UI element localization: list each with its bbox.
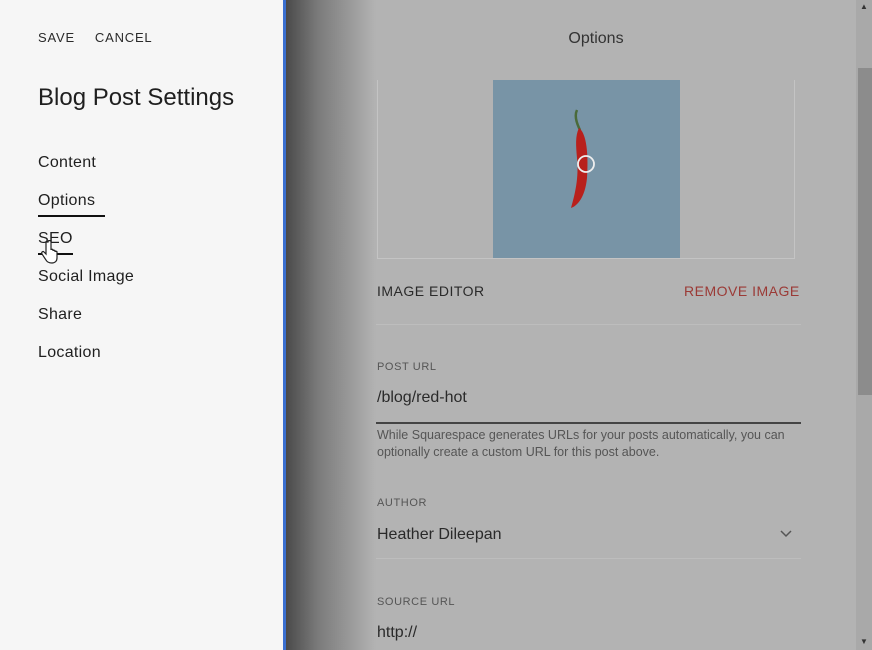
nav-item-share[interactable]: Share: [38, 306, 134, 344]
divider: [373, 324, 801, 325]
settings-nav: Content Options SEO Social Image Share L…: [38, 154, 134, 382]
panel-title: Blog Post Settings: [38, 84, 235, 111]
post-image[interactable]: [493, 80, 680, 258]
hand-cursor-icon: [41, 240, 58, 264]
nav-item-content[interactable]: Content: [38, 154, 134, 192]
remove-image-button[interactable]: REMOVE IMAGE: [684, 283, 800, 299]
post-url-label: POST URL: [377, 361, 437, 373]
chevron-down-icon[interactable]: [780, 530, 792, 538]
divider: [373, 558, 801, 559]
settings-panel: SAVE CANCEL Blog Post Settings Content O…: [0, 0, 286, 650]
post-url-underline: [373, 422, 801, 424]
scrollbar-thumb[interactable]: [858, 68, 872, 395]
author-select[interactable]: Heather Dileepan: [377, 526, 502, 544]
nav-item-social-image[interactable]: Social Image: [38, 268, 134, 306]
post-url-help: While Squarespace generates URLs for you…: [377, 428, 785, 459]
post-url-input[interactable]: /blog/red-hot: [377, 389, 467, 407]
scroll-down-icon[interactable]: ▼: [860, 637, 868, 646]
chili-pepper-image: [571, 109, 595, 208]
save-button[interactable]: SAVE: [38, 30, 75, 45]
source-url-label: SOURCE URL: [377, 596, 456, 608]
nav-item-options[interactable]: Options: [38, 192, 134, 230]
author-label: AUTHOR: [377, 497, 428, 509]
nav-item-location[interactable]: Location: [38, 344, 134, 382]
source-url-input[interactable]: http://: [377, 624, 417, 642]
cancel-button[interactable]: CANCEL: [95, 30, 153, 45]
panel-shadow: [286, 0, 376, 650]
image-preview: [377, 80, 795, 259]
scroll-up-icon[interactable]: ▲: [860, 2, 868, 11]
image-editor-button[interactable]: IMAGE EDITOR: [377, 283, 485, 299]
